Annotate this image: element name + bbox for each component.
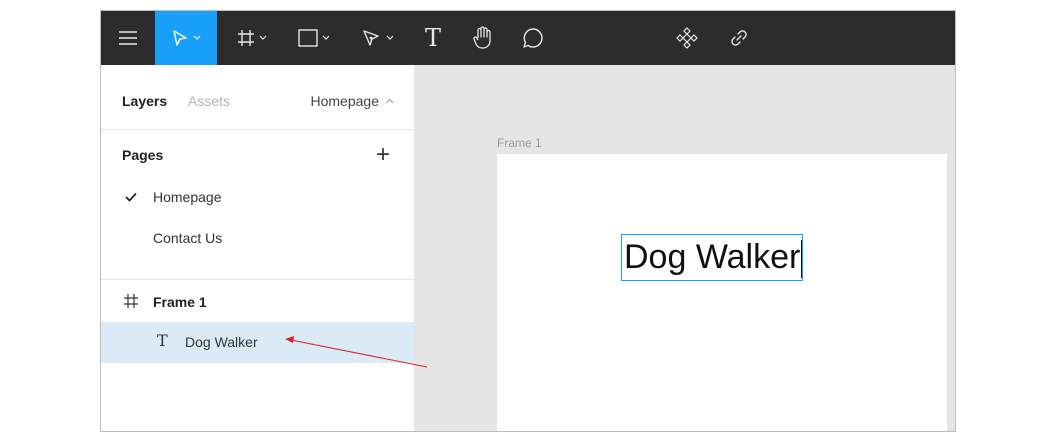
- text-content: Dog Walker: [624, 238, 801, 276]
- frame-label[interactable]: Frame 1: [497, 136, 542, 150]
- frame-icon: [124, 294, 138, 308]
- chevron-up-icon: [385, 98, 394, 104]
- chevron-down-icon: [259, 35, 267, 40]
- link-button[interactable]: [719, 11, 759, 65]
- tab-assets[interactable]: Assets: [188, 93, 230, 109]
- tab-layers[interactable]: Layers: [122, 93, 167, 109]
- hand-tool-button[interactable]: [463, 11, 503, 65]
- frame-tool-button[interactable]: [225, 11, 279, 65]
- add-page-button[interactable]: +: [371, 143, 395, 167]
- text-tool-button[interactable]: T: [413, 11, 453, 65]
- comment-tool-icon: [523, 28, 543, 48]
- pen-tool-button[interactable]: [351, 11, 405, 65]
- plus-icon: +: [375, 141, 390, 168]
- chevron-down-icon: [193, 35, 201, 40]
- link-icon: [731, 30, 747, 46]
- frame[interactable]: Dog Walker: [497, 154, 947, 431]
- text-layer-selected[interactable]: Dog Walker: [621, 234, 804, 282]
- page-item-homepage[interactable]: Homepage: [153, 189, 222, 205]
- component-icon: [676, 27, 698, 49]
- frame-tool-icon: [238, 30, 254, 46]
- layer-label: Dog Walker: [185, 334, 258, 350]
- panel-tabs: Layers Assets Homepage: [101, 65, 414, 130]
- main-menu-button[interactable]: [101, 11, 155, 65]
- shape-tool-button[interactable]: [287, 11, 341, 65]
- page-item-contact-us[interactable]: Contact Us: [153, 230, 222, 246]
- text-layer-icon: T: [157, 331, 168, 350]
- layer-item-text[interactable]: T Dog Walker: [101, 322, 414, 363]
- layer-item-frame[interactable]: Frame 1: [101, 281, 414, 321]
- toolbar: T: [101, 11, 955, 65]
- pen-tool-icon: [363, 30, 379, 46]
- comment-tool-button[interactable]: [513, 11, 553, 65]
- text-tool-icon: T: [424, 24, 441, 52]
- checkmark-icon: [125, 192, 137, 202]
- current-page-label: Homepage: [310, 93, 380, 109]
- hand-tool-icon: [473, 26, 491, 49]
- page-switcher[interactable]: Homepage: [311, 93, 395, 109]
- left-panel: Layers Assets Homepage Pages + Homepage …: [101, 65, 415, 431]
- chevron-down-icon: [386, 35, 394, 40]
- shape-tool-icon: [298, 29, 318, 47]
- figma-window: T Layers Assets Homepage Pages + Homepag…: [100, 10, 956, 432]
- layer-label: Frame 1: [153, 294, 207, 310]
- canvas[interactable]: Frame 1 Dog Walker: [415, 65, 955, 431]
- component-button[interactable]: [667, 11, 707, 65]
- text-cursor: [801, 240, 803, 279]
- chevron-down-icon: [322, 35, 330, 40]
- menu-icon: [119, 31, 137, 45]
- move-tool-button[interactable]: [155, 11, 217, 65]
- move-tool-icon: [173, 30, 187, 46]
- divider: [101, 279, 414, 280]
- pages-header: Pages: [122, 147, 164, 163]
